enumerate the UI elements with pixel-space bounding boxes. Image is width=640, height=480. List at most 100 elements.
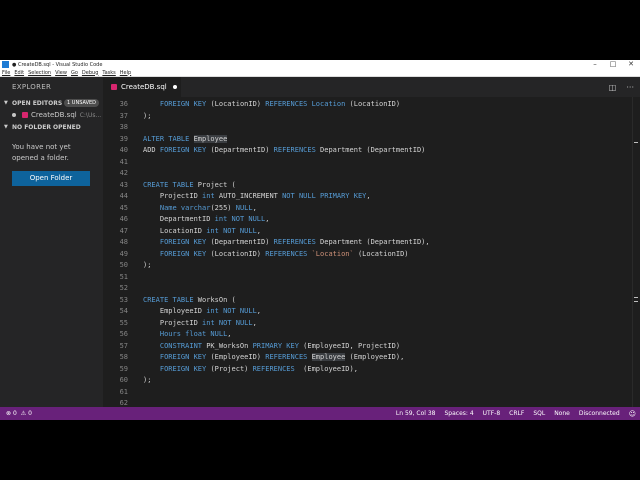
menu-debug[interactable]: Debug <box>82 70 98 76</box>
code-text[interactable]: ProjectID int AUTO_INCREMENT NOT NULL PR… <box>143 191 371 203</box>
code-editor[interactable]: 36 FOREIGN KEY (LocationID) REFERENCES L… <box>103 97 640 407</box>
open-editor-item[interactable]: CreateDB.sql C:\Us... <box>0 109 103 121</box>
smiley-icon[interactable]: ☺ <box>629 410 636 418</box>
language-mode[interactable]: SQL <box>533 410 545 417</box>
code-line[interactable]: 43 CREATE TABLE Project ( <box>103 180 640 192</box>
code-line[interactable]: 47 LocationID int NOT NULL, <box>103 226 640 238</box>
code-token: ProjectID <box>143 192 203 200</box>
close-button[interactable]: ✕ <box>622 60 640 69</box>
code-token: (LocationID) <box>357 249 409 258</box>
line-number: 59 <box>119 364 128 373</box>
maximize-button[interactable]: □ <box>604 60 622 69</box>
line-number: 43 <box>119 180 128 189</box>
code-token: int NOT NULL <box>206 307 257 315</box>
cursor-position[interactable]: Ln 59, Col 38 <box>396 410 436 417</box>
code-token: `Location` <box>311 249 358 258</box>
code-text[interactable]: ); <box>143 111 151 123</box>
menu-edit[interactable]: Edit <box>14 70 24 76</box>
line-number: 55 <box>119 318 128 327</box>
code-line[interactable]: 37); <box>103 111 640 123</box>
open-folder-button[interactable]: Open Folder <box>12 171 90 186</box>
code-line[interactable]: 55 ProjectID int NOT NULL, <box>103 318 640 330</box>
code-token: int NOT NULL <box>206 226 257 235</box>
code-line[interactable]: 44 ProjectID int AUTO_INCREMENT NOT NULL… <box>103 191 640 203</box>
code-token: , <box>265 215 270 223</box>
code-line[interactable]: 58 FOREIGN KEY (EmployeeID) REFERENCES E… <box>103 352 640 364</box>
code-line[interactable]: 60); <box>103 375 640 387</box>
code-line[interactable]: 51 <box>103 272 640 284</box>
code-line[interactable]: 62 <box>103 398 640 407</box>
code-token: REFERENCES <box>265 100 312 108</box>
status-right: Ln 59, Col 38 Spaces: 4 UTF-8 CRLF SQL N… <box>396 410 640 418</box>
code-text[interactable]: FOREIGN KEY (LocationID) REFERENCES Loca… <box>143 99 400 111</box>
line-number: 57 <box>119 341 128 350</box>
code-token: (EmployeeID, ProjectID) <box>303 341 401 350</box>
code-line[interactable]: 49 FOREIGN KEY (LocationID) REFERENCES `… <box>103 249 640 261</box>
minimize-button[interactable]: – <box>586 60 604 69</box>
more-actions-icon[interactable]: ··· <box>626 83 634 92</box>
open-editors-section[interactable]: ▼ OPEN EDITORS 1 UNSAVED <box>0 97 103 109</box>
code-text[interactable]: Hours float NULL, <box>143 329 232 341</box>
no-folder-label: NO FOLDER OPENED <box>12 123 81 131</box>
code-text[interactable]: CREATE TABLE Project ( <box>143 180 236 192</box>
code-line[interactable]: 41 <box>103 157 640 169</box>
code-text[interactable]: Name varchar(255) NULL, <box>143 203 257 215</box>
code-line[interactable]: 45 Name varchar(255) NULL, <box>103 203 640 215</box>
connection-status[interactable]: Disconnected <box>579 410 620 417</box>
code-line[interactable]: 40 ADD FOREIGN KEY (DepartmentID) REFEREN… <box>103 145 640 157</box>
indentation[interactable]: Spaces: 4 <box>445 410 474 417</box>
unsaved-dot-icon[interactable] <box>12 113 16 117</box>
code-text[interactable]: FOREIGN KEY (Project) REFERENCES (Employ… <box>143 364 358 376</box>
code-token: REFERENCES <box>265 353 312 361</box>
code-text[interactable]: DepartmentID int NOT NULL, <box>143 214 270 226</box>
code-text[interactable]: CONSTRAINT PK_WorksOn PRIMARY KEY (Emplo… <box>143 341 400 353</box>
code-line[interactable]: 50); <box>103 260 640 272</box>
code-text[interactable]: FOREIGN KEY (DepartmentID) REFERENCES De… <box>143 237 430 249</box>
code-line[interactable]: 54 EmployeeID int NOT NULL, <box>103 306 640 318</box>
menu-selection[interactable]: Selection <box>28 70 51 76</box>
code-text[interactable]: ); <box>143 260 151 272</box>
code-token: int NOT NULL <box>214 215 266 223</box>
menu-file[interactable]: File <box>2 70 10 76</box>
code-text[interactable]: ADD FOREIGN KEY (DepartmentID) REFERENCE… <box>143 145 425 157</box>
scrollbar-marker <box>634 301 638 302</box>
split-editor-icon[interactable]: ◫ <box>609 83 617 92</box>
unsaved-dot-icon[interactable] <box>172 85 177 89</box>
code-line[interactable]: 39 ALTER TABLE Employee <box>103 134 640 146</box>
no-folder-section[interactable]: ▼ NO FOLDER OPENED <box>0 121 103 133</box>
tab-createdb[interactable]: CreateDB.sql <box>103 77 181 97</box>
menu-help[interactable]: Help <box>120 70 131 76</box>
code-text[interactable]: FOREIGN KEY (EmployeeID) REFERENCES Empl… <box>143 352 404 364</box>
code-text[interactable]: LocationID int NOT NULL, <box>143 226 261 238</box>
connection-database[interactable]: None <box>554 410 570 417</box>
code-text[interactable]: ProjectID int NOT NULL, <box>143 318 257 330</box>
code-line[interactable]: 36 FOREIGN KEY (LocationID) REFERENCES L… <box>103 99 640 111</box>
editor-scrollbar[interactable] <box>632 97 640 407</box>
line-number: 39 <box>119 134 128 143</box>
end-of-line[interactable]: CRLF <box>509 410 524 417</box>
open-editor-filename: CreateDB.sql <box>31 111 77 119</box>
code-line[interactable]: 46 DepartmentID int NOT NULL, <box>103 214 640 226</box>
menu-go[interactable]: Go <box>71 70 78 76</box>
code-line[interactable]: 61 <box>103 387 640 399</box>
code-line[interactable]: 59 FOREIGN KEY (Project) REFERENCES (Emp… <box>103 364 640 376</box>
code-text[interactable]: FOREIGN KEY (LocationID) REFERENCES `Loc… <box>143 249 409 261</box>
menu-tasks[interactable]: Tasks <box>102 70 115 76</box>
encoding[interactable]: UTF-8 <box>483 410 501 417</box>
code-text[interactable]: EmployeeID int NOT NULL, <box>143 306 261 318</box>
scrollbar-marker <box>634 142 638 143</box>
problems-indicator[interactable]: ⊗ 0 ⚠ 0 <box>0 410 34 417</box>
code-token: PK_WorksOn <box>206 341 253 350</box>
code-text[interactable]: ALTER TABLE Employee <box>143 134 228 146</box>
code-line[interactable]: 38 <box>103 122 640 134</box>
code-line[interactable]: 52 <box>103 283 640 295</box>
code-text[interactable]: CREATE TABLE WorksOn ( <box>143 295 236 307</box>
code-line[interactable]: 57 CONSTRAINT PK_WorksOn PRIMARY KEY (Em… <box>103 341 640 353</box>
menu-view[interactable]: View <box>55 70 67 76</box>
code-line[interactable]: 56 Hours float NULL, <box>103 329 640 341</box>
code-line[interactable]: 42 <box>103 168 640 180</box>
code-line[interactable]: 53 CREATE TABLE WorksOn ( <box>103 295 640 307</box>
code-line[interactable]: 48 FOREIGN KEY (DepartmentID) REFERENCES… <box>103 237 640 249</box>
code-text[interactable]: ); <box>143 375 151 387</box>
